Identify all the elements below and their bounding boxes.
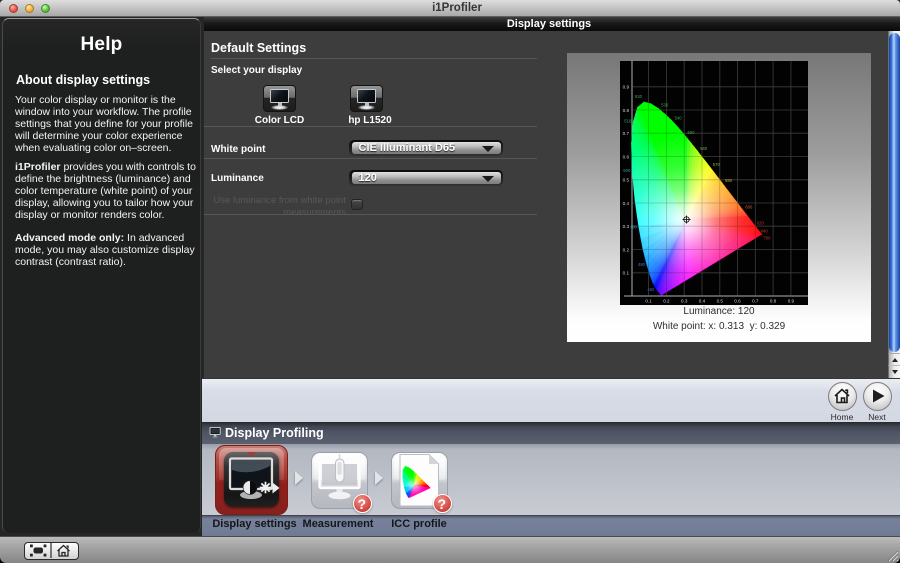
svg-text:0.3: 0.3 xyxy=(623,224,630,229)
svg-text:0.9: 0.9 xyxy=(623,85,630,90)
svg-text:560: 560 xyxy=(700,146,708,151)
svg-text:0.2: 0.2 xyxy=(623,247,630,252)
svg-text:0.4: 0.4 xyxy=(699,299,706,304)
svg-text:640: 640 xyxy=(761,229,769,234)
svg-text:0.6: 0.6 xyxy=(623,154,630,159)
svg-text:0.2: 0.2 xyxy=(663,299,670,304)
svg-text:540: 540 xyxy=(675,116,683,121)
svg-text:0.6: 0.6 xyxy=(734,299,741,304)
svg-text:530: 530 xyxy=(661,103,669,108)
svg-text:0.7: 0.7 xyxy=(623,131,630,136)
svg-text:580: 580 xyxy=(725,178,733,183)
svg-text:600: 600 xyxy=(745,204,753,209)
svg-text:570: 570 xyxy=(713,162,721,167)
svg-text:0.8: 0.8 xyxy=(623,108,630,113)
svg-text:480: 480 xyxy=(638,262,646,267)
svg-text:0.9: 0.9 xyxy=(788,299,795,304)
svg-text:490: 490 xyxy=(630,224,638,229)
svg-text:500: 500 xyxy=(623,168,631,173)
svg-text:0.3: 0.3 xyxy=(681,299,688,304)
svg-text:520: 520 xyxy=(635,94,643,99)
svg-text:0.1: 0.1 xyxy=(645,299,652,304)
svg-text:0.5: 0.5 xyxy=(623,178,630,183)
svg-text:460: 460 xyxy=(647,287,655,292)
svg-text:620: 620 xyxy=(757,220,765,225)
svg-text:0.1: 0.1 xyxy=(623,271,630,276)
svg-text:0.4: 0.4 xyxy=(623,201,630,206)
svg-text:510: 510 xyxy=(624,119,632,124)
svg-text:0.5: 0.5 xyxy=(717,299,724,304)
svg-text:0.7: 0.7 xyxy=(752,299,759,304)
svg-text:550: 550 xyxy=(688,130,696,135)
svg-text:700: 700 xyxy=(764,235,772,240)
svg-text:0.8: 0.8 xyxy=(770,299,777,304)
